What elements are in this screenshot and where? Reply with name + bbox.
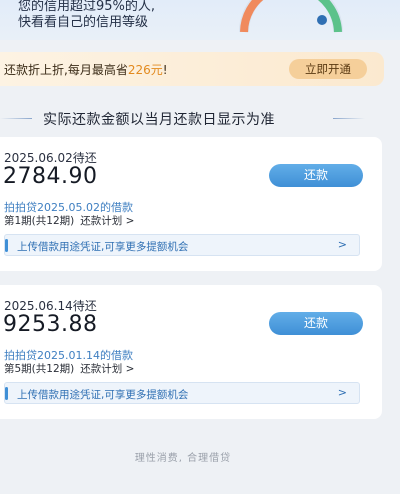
chevron-right-icon: >	[337, 386, 347, 399]
promo-strip: 还款折上折,每月最高省226元! 立即开通	[0, 52, 384, 86]
repay-button[interactable]: 还款	[269, 164, 363, 187]
notice-divider-right	[333, 118, 365, 119]
bill-card: 2025.06.14待还 9253.88 还款 拍拍贷2025.01.14的借款…	[0, 285, 382, 419]
repayment-plan-link[interactable]: 还款计划 >	[80, 363, 134, 375]
upload-proof-banner[interactable]: 上传借款用途凭证,可享更多提额机会 >	[4, 382, 360, 404]
repayment-plan-link[interactable]: 还款计划 >	[80, 215, 134, 227]
repay-button[interactable]: 还款	[269, 312, 363, 335]
credit-gauge-icon	[239, 0, 343, 33]
upload-proof-banner[interactable]: 上传借款用途凭证,可享更多提额机会 >	[4, 234, 360, 256]
period-row: 第1期(共12期) 还款计划 >	[4, 213, 134, 228]
promo-text: 还款折上折,每月最高省226元!	[4, 61, 168, 78]
upload-accent	[5, 387, 8, 400]
promo-text-prefix: 还款折上折,每月最高省	[4, 63, 128, 77]
promo-amount: 226元	[127, 63, 163, 77]
due-amount: 2784.90	[3, 164, 98, 189]
period-row: 第5期(共12期) 还款计划 >	[4, 361, 134, 376]
footer-note: 理性消费, 合理借贷	[134, 453, 232, 464]
credit-banner[interactable]: 您的信用超过95%的人, 快看看自己的信用等级	[0, 0, 400, 40]
chevron-right-icon: >	[337, 238, 347, 251]
repayment-notice: 实际还款金额以当月还款日显示为准	[0, 109, 400, 128]
notice-text: 实际还款金额以当月还款日显示为准	[43, 112, 275, 128]
credit-banner-line2: 快看看自己的信用等级	[18, 15, 149, 30]
due-amount: 9253.88	[3, 312, 98, 337]
activate-now-button[interactable]: 立即开通	[289, 59, 367, 79]
upload-proof-text: 上传借款用途凭证,可享更多提额机会	[17, 389, 189, 401]
period-label: 第5期(共12期)	[4, 363, 75, 375]
period-label: 第1期(共12期)	[4, 215, 75, 227]
upload-proof-text: 上传借款用途凭证,可享更多提额机会	[17, 241, 189, 253]
bill-card: 2025.06.02待还 2784.90 还款 拍拍贷2025.05.02的借款…	[0, 137, 382, 271]
promo-text-suffix: !	[162, 63, 168, 77]
notice-divider-left	[0, 118, 32, 119]
upload-accent	[5, 239, 8, 252]
